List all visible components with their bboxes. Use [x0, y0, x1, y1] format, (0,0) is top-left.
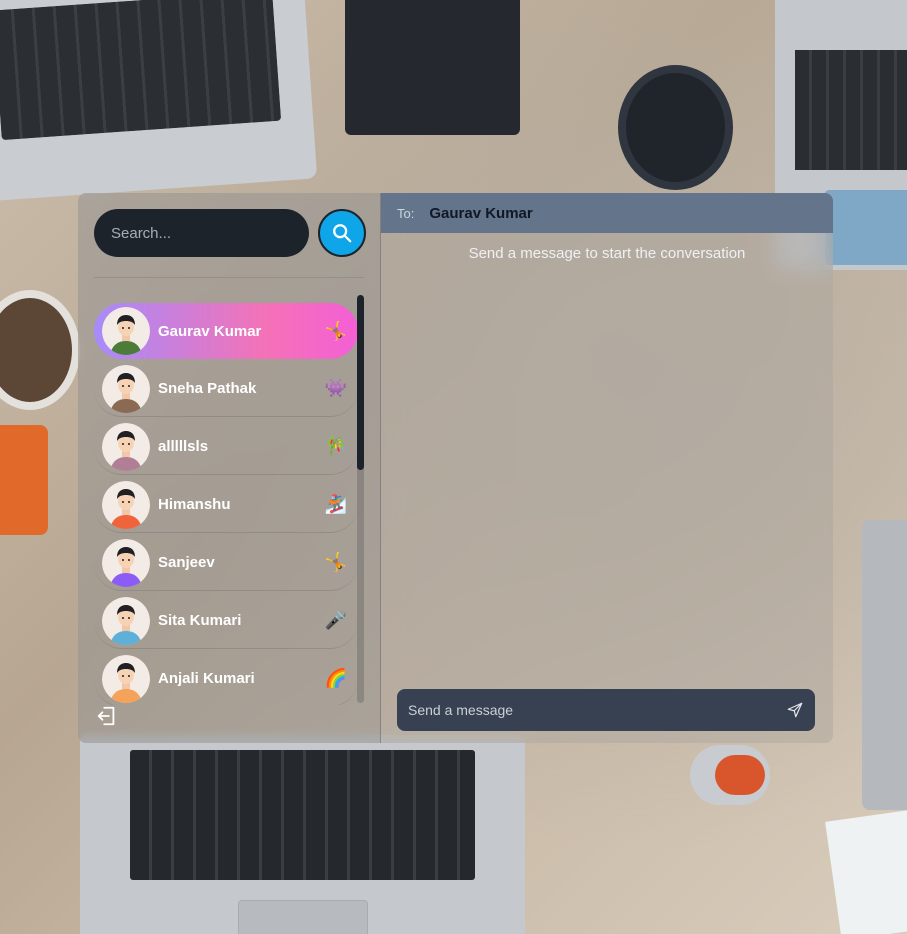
- conversation-emoji: 👾: [324, 378, 348, 399]
- conversation-name: alllllsls: [158, 438, 209, 455]
- recipient-name: Gaurav Kumar: [429, 204, 533, 222]
- conversation-item[interactable]: Anjali Kumari 🌈: [94, 651, 358, 705]
- conversation-item[interactable]: Gaurav Kumar 🤸: [94, 303, 358, 359]
- sidebar-divider: [94, 277, 364, 278]
- empty-conversation-message: Send a message to start the conversation: [468, 245, 746, 262]
- avatar: [102, 538, 150, 587]
- conversation-name: Himanshu: [158, 496, 231, 513]
- avatar: [102, 422, 150, 471]
- message-composer: [397, 689, 815, 731]
- conversation-emoji: 🌈: [324, 668, 348, 689]
- background-paper: [825, 809, 907, 934]
- logout-icon: [97, 706, 115, 726]
- scrollbar[interactable]: [357, 295, 364, 703]
- chat-header: To: Gaurav Kumar: [381, 193, 833, 233]
- chat-panel: To: Gaurav Kumar Send a message to start…: [381, 193, 833, 743]
- message-input[interactable]: [397, 689, 775, 731]
- scrollbar-thumb[interactable]: [357, 295, 364, 470]
- conversation-name: Anjali Kumari: [158, 670, 255, 687]
- conversation-list: Gaurav Kumar 🤸 Sneha Pathak 👾 alllllsls 🎋 Hima…: [94, 303, 358, 705]
- background-coffee-cup: [0, 290, 80, 410]
- conversation-item[interactable]: Sanjeev 🤸: [94, 535, 358, 591]
- background-laptop: [0, 0, 318, 202]
- conversation-emoji: 🏂: [324, 494, 348, 515]
- avatar: [102, 307, 150, 355]
- search-input[interactable]: [94, 209, 309, 257]
- search-form: [94, 209, 366, 257]
- conversation-item[interactable]: Sneha Pathak 👾: [94, 361, 358, 417]
- conversation-name: Sita Kumari: [158, 612, 242, 629]
- conversation-emoji: 🤸: [324, 552, 348, 573]
- conversation-emoji: 🎋: [324, 436, 348, 457]
- conversation-item[interactable]: Himanshu 🏂: [94, 477, 358, 533]
- sidebar: Gaurav Kumar 🤸 Sneha Pathak 👾 alllllsls 🎋 Hima…: [78, 193, 381, 743]
- conversation-name: Sneha Pathak: [158, 380, 257, 397]
- background-orange-case: [0, 425, 48, 535]
- to-label: To:: [397, 205, 415, 221]
- avatar: [102, 364, 150, 413]
- background-laptop-edge: [862, 520, 907, 810]
- send-icon: [787, 702, 803, 718]
- search-icon: [333, 224, 352, 243]
- background-notebook: [345, 0, 520, 135]
- search-button[interactable]: [318, 209, 366, 257]
- avatar: [102, 480, 150, 529]
- background-bottle-cap: [715, 755, 765, 795]
- chat-app: Gaurav Kumar 🤸 Sneha Pathak 👾 alllllsls 🎋 Hima…: [78, 193, 833, 743]
- conversation-item[interactable]: alllllsls 🎋: [94, 419, 358, 475]
- logout-button[interactable]: [96, 705, 118, 727]
- conversation-name: Sanjeev: [158, 554, 215, 571]
- conversation-emoji: 🤸: [324, 320, 348, 342]
- conversation-item[interactable]: Sita Kumari 🎤: [94, 593, 358, 649]
- conversation-emoji: 🎤: [324, 610, 348, 631]
- avatar: [102, 596, 150, 645]
- background-bottle: [690, 745, 770, 805]
- send-button[interactable]: [775, 689, 815, 731]
- conversation-name: Gaurav Kumar: [158, 322, 262, 340]
- background-laptop-bottom: [80, 735, 525, 934]
- avatar: [102, 654, 150, 703]
- background-cup: [618, 65, 733, 190]
